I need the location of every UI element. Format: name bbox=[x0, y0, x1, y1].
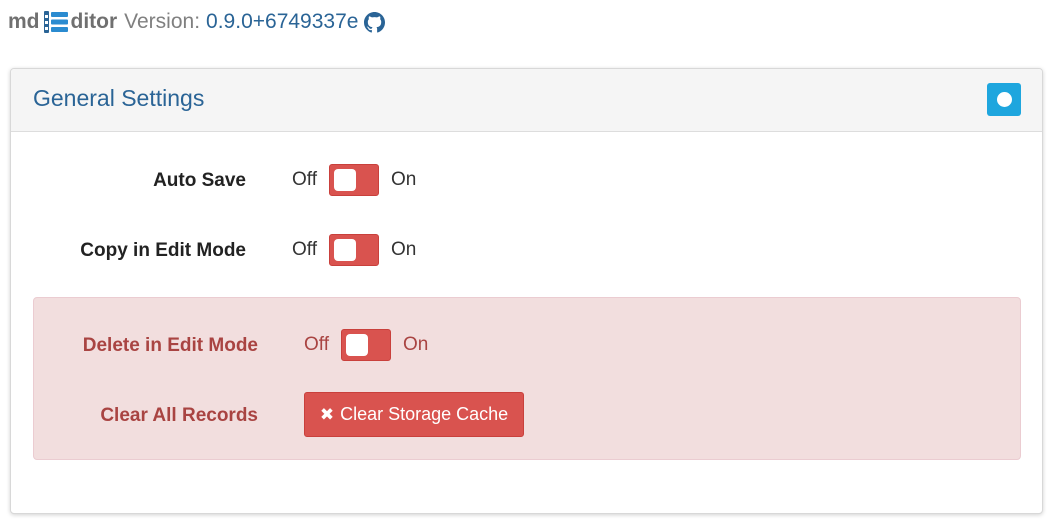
brand-suffix: ditor bbox=[70, 10, 118, 33]
toggle-knob bbox=[334, 239, 356, 261]
version-label: Version: bbox=[124, 10, 201, 33]
list-icon bbox=[43, 11, 68, 33]
toggle-on-label: On bbox=[391, 239, 417, 260]
panel-heading-button[interactable] bbox=[987, 83, 1021, 116]
delete-edit-mode-label: Delete in Edit Mode bbox=[82, 335, 258, 356]
circle-icon bbox=[996, 92, 1012, 107]
toggle-off-label: Off bbox=[292, 239, 317, 260]
panel-title: General Settings bbox=[33, 85, 205, 111]
panel-heading: General Settings bbox=[11, 69, 1042, 132]
delete-edit-mode-row: Delete in Edit Mode Off On bbox=[34, 329, 1020, 361]
toggle-knob bbox=[334, 169, 356, 191]
brand-prefix: md bbox=[8, 10, 40, 33]
clear-storage-cache-button[interactable]: ✖ Clear Storage Cache bbox=[304, 392, 524, 437]
app-header: md ditor Version: 0.9.0+6749337e bbox=[8, 8, 386, 36]
times-icon: ✖ bbox=[319, 404, 335, 424]
clear-records-label: Clear All Records bbox=[100, 405, 258, 426]
clear-records-row: Clear All Records bbox=[34, 399, 294, 431]
github-icon[interactable] bbox=[364, 11, 386, 33]
version-value[interactable]: 0.9.0+6749337e bbox=[206, 10, 358, 34]
brand-logo: md ditor bbox=[8, 10, 117, 34]
toggle-knob bbox=[346, 334, 368, 356]
settings-panel: General Settings Auto Save Off On Copy i… bbox=[10, 68, 1043, 514]
copy-edit-mode-toggle-group: Off On bbox=[292, 234, 416, 266]
toggle-off-label: Off bbox=[292, 169, 317, 190]
delete-edit-mode-toggle[interactable] bbox=[341, 329, 391, 361]
clear-storage-cache-label: Clear Storage Cache bbox=[340, 404, 509, 424]
toggle-off-label: Off bbox=[304, 334, 329, 355]
auto-save-toggle[interactable] bbox=[329, 164, 379, 196]
copy-edit-mode-row: Copy in Edit Mode Off On bbox=[11, 234, 1041, 266]
delete-edit-mode-toggle-group: Off On bbox=[304, 329, 428, 361]
toggle-on-label: On bbox=[391, 169, 417, 190]
danger-zone: Delete in Edit Mode Off On Clear All Rec… bbox=[33, 297, 1021, 460]
auto-save-row: Auto Save Off On bbox=[11, 164, 1041, 196]
copy-edit-mode-toggle[interactable] bbox=[329, 234, 379, 266]
auto-save-toggle-group: Off On bbox=[292, 164, 416, 196]
toggle-on-label: On bbox=[403, 334, 429, 355]
auto-save-label: Auto Save bbox=[153, 170, 246, 191]
copy-edit-mode-label: Copy in Edit Mode bbox=[80, 240, 246, 261]
